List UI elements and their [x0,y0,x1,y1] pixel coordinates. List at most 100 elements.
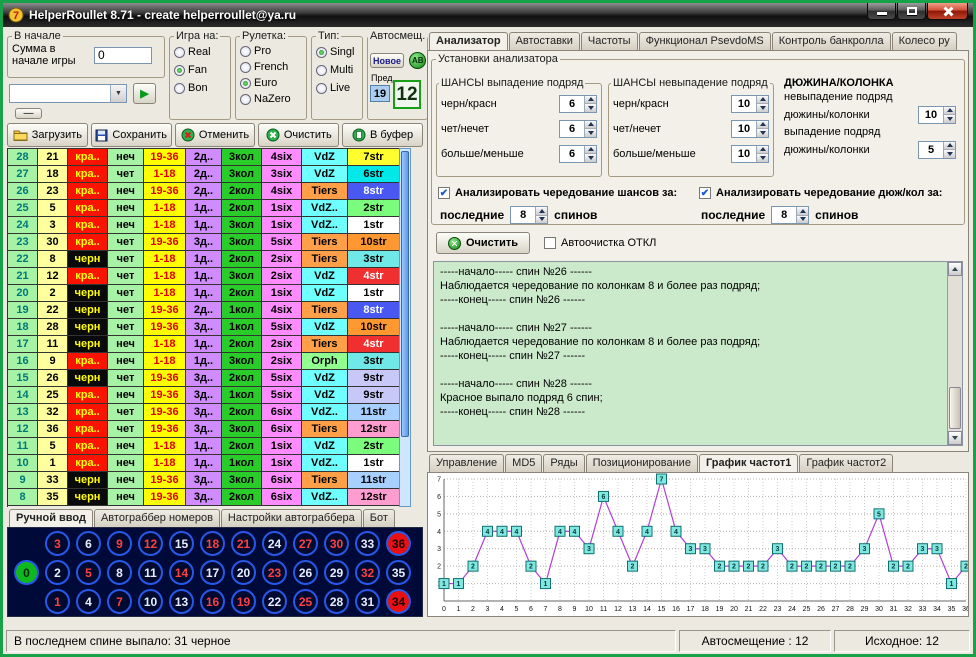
board-number-30[interactable]: 30 [324,531,349,556]
spinner-up-icon[interactable] [536,207,547,216]
autoclean-checkbox[interactable]: Автоочистка ОТКЛ [544,233,656,253]
board-number-22[interactable]: 22 [262,589,287,614]
board-number-0[interactable]: 0 [14,560,39,585]
board-number-14[interactable]: 14 [169,560,194,585]
radio-NaZero[interactable]: NaZero [240,91,302,107]
board-number-8[interactable]: 8 [107,560,132,585]
table-row[interactable]: 2821кра..неч19-362д..3кол4sixVdZ7str [8,149,399,166]
scroll-up-icon[interactable] [948,262,962,276]
radio-Pro[interactable]: Pro [240,43,302,59]
table-row[interactable]: 101кра..неч1-181д..1кол1sixVdZ..1str [8,455,399,472]
spinner-up-icon[interactable] [585,121,596,130]
board-number-35[interactable]: 35 [386,560,411,585]
table-row[interactable]: 835черннеч19-363д..2кол6sixVdZ..12str [8,489,399,506]
tab-Бот[interactable]: Бот [363,509,395,527]
tab-Настройки автограббера[interactable]: Настройки автограббера [221,509,362,527]
table-row[interactable]: 2623кра..неч19-362д..2кол4sixTiers8str [8,183,399,200]
spinner-down-icon[interactable] [797,216,808,224]
board-number-5[interactable]: 5 [76,560,101,585]
table-row[interactable]: 1828чернчет19-363д..1кол5sixVdZ10str [8,319,399,336]
radio-Fan[interactable]: Fan [174,61,226,79]
table-scrollbar-thumb[interactable] [401,151,409,437]
tab-Управление[interactable]: Управление [429,454,504,472]
spinner-up-icon[interactable] [944,142,955,151]
table-row[interactable]: 1711черннеч1-181д..2кол2sixTiers4str [8,336,399,353]
board-number-18[interactable]: 18 [200,531,225,556]
tab-Ряды[interactable]: Ряды [543,454,584,472]
load-button[interactable]: Загрузить [7,123,88,147]
checkbox-icon[interactable]: ✔ [699,187,711,199]
board-number-27[interactable]: 27 [293,531,318,556]
spinner-down-icon[interactable] [585,154,596,162]
tab-График частот2[interactable]: График частот2 [799,454,893,472]
checkbox-icon[interactable] [544,237,556,249]
spinner-down-icon[interactable] [944,150,955,158]
spinner-up-icon[interactable] [757,96,768,105]
tab-Автоставки[interactable]: Автоставки [509,32,580,50]
board-number-10[interactable]: 10 [138,589,163,614]
minimize-button[interactable] [867,3,896,20]
board-number-36[interactable]: 36 [386,531,411,556]
table-row[interactable]: 1332кра..чет19-363д..2кол6sixVdZ..11str [8,404,399,421]
collapse-button[interactable]: — [15,108,42,119]
board-number-1[interactable]: 1 [45,589,70,614]
tab-Частоты[interactable]: Частоты [581,32,638,50]
table-row[interactable]: 2112кра..чет1-181д..3кол2sixVdZ4str [8,268,399,285]
tab-MD5[interactable]: MD5 [505,454,542,472]
spinner-up-icon[interactable] [585,96,596,105]
table-row[interactable]: 255кра..неч1-181д..2кол1sixVdZ..2str [8,200,399,217]
tab-Контроль банкролла[interactable]: Контроль банкролла [772,32,891,50]
save-button[interactable]: Сохранить [91,123,172,147]
board-number-3[interactable]: 3 [45,531,70,556]
spinner-down-icon[interactable] [757,154,768,162]
new-button[interactable]: Новое [370,53,404,68]
spinner-up-icon[interactable] [757,146,768,155]
spinner-up-icon[interactable] [797,207,808,216]
radio-Euro[interactable]: Euro [240,75,302,91]
log-scrollbar-thumb[interactable] [949,387,961,429]
analyzer-log[interactable]: -----начало----- спин №26 ------ Наблюда… [433,261,963,446]
board-number-25[interactable]: 25 [293,589,318,614]
board-number-34[interactable]: 34 [386,589,411,614]
radio-Singl[interactable]: Singl [316,43,358,61]
play-button[interactable]: ▶ [133,83,156,104]
board-number-17[interactable]: 17 [200,560,225,585]
tab-График частот1[interactable]: График частот1 [699,454,798,472]
spinner-down-icon[interactable] [585,129,596,137]
clear-button[interactable]: Очистить [258,123,339,147]
history-combobox[interactable]: ▼ [9,84,127,103]
tab-Анализатор[interactable]: Анализатор [429,32,508,50]
analyze-dozens-checkbox[interactable]: ✔ Анализировать чередование дюж/кол за: [699,183,960,203]
tab-Функционал PsevdoMS[interactable]: Функционал PsevdoMS [639,32,771,50]
spinner-down-icon[interactable] [757,104,768,112]
board-number-20[interactable]: 20 [231,560,256,585]
tab-Автограббер номеров[interactable]: Автограббер номеров [94,509,220,527]
spinner-up-icon[interactable] [944,107,955,116]
tab-Позиционирование[interactable]: Позиционирование [586,454,698,472]
spinner-down-icon[interactable] [944,115,955,123]
cancel-button[interactable]: Отменить [175,123,256,147]
spinner-up-icon[interactable] [757,121,768,130]
spinner-up-icon[interactable] [585,146,596,155]
board-number-23[interactable]: 23 [262,560,287,585]
board-number-11[interactable]: 11 [138,560,163,585]
table-row[interactable]: 933черннеч19-363д..3кол6sixTiers11str [8,472,399,489]
board-number-26[interactable]: 26 [293,560,318,585]
table-row[interactable]: 115кра..неч1-181д..2кол1sixVdZ2str [8,438,399,455]
table-scrollbar[interactable] [399,148,411,507]
board-number-12[interactable]: 12 [138,531,163,556]
radio-Live[interactable]: Live [316,79,358,97]
spinner-down-icon[interactable] [536,216,547,224]
table-row[interactable]: 1236кра..чет19-363д..3кол6sixTiers12str [8,421,399,438]
table-row[interactable]: 1922чернчет19-362д..1кол4sixTiers8str [8,302,399,319]
chevron-down-icon[interactable]: ▼ [110,85,126,102]
table-row[interactable]: 243кра..неч1-181д..3кол1sixVdZ..1str [8,217,399,234]
board-number-33[interactable]: 33 [355,531,380,556]
tab-Ручной ввод[interactable]: Ручной ввод [9,509,93,527]
start-sum-input[interactable] [94,47,152,64]
spinner-down-icon[interactable] [757,129,768,137]
board-number-4[interactable]: 4 [76,589,101,614]
close-button[interactable] [927,3,968,20]
radio-French[interactable]: French [240,59,302,75]
spinner-down-icon[interactable] [585,104,596,112]
